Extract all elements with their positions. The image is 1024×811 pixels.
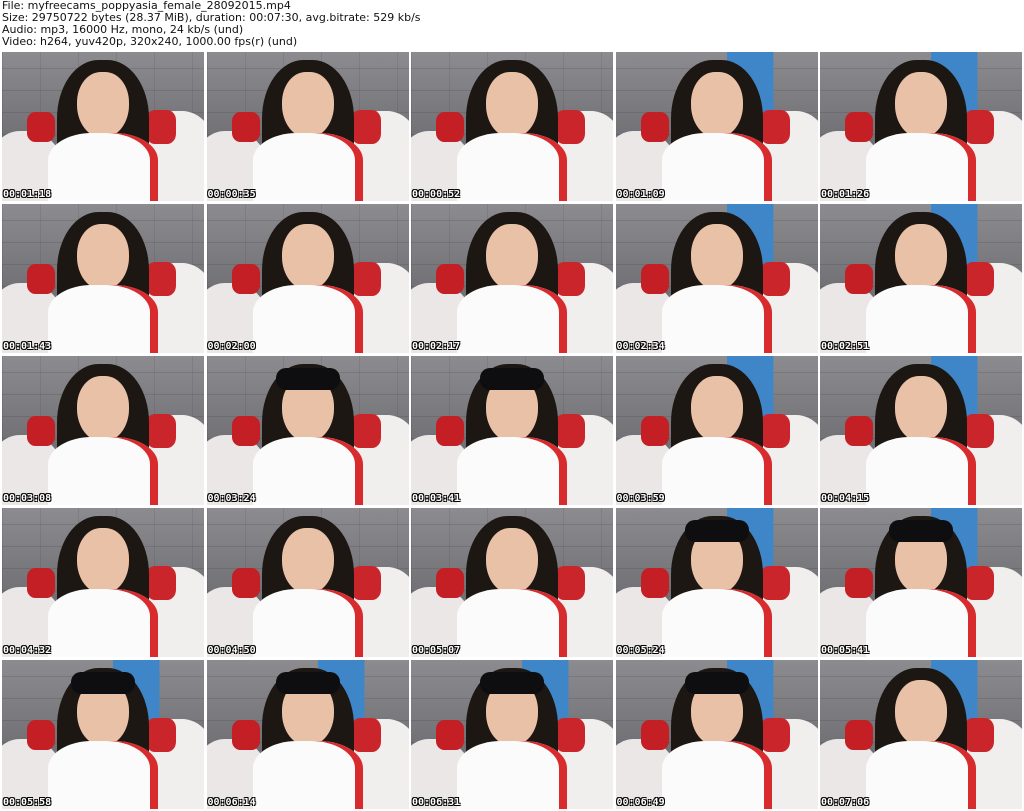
thumbnail-timestamp: 00:04:50 — [207, 645, 256, 656]
thumbnail-timestamp: 00:06:14 — [207, 797, 256, 808]
thumbnail-timestamp: 00:07:06 — [821, 797, 870, 808]
thumbnail-grid: 00:01:18 00:00:35 00:00:52 00:01:09 00:0… — [2, 52, 1022, 809]
video-thumbnail: 00:01:26 — [820, 52, 1022, 201]
video-thumbnail: 00:02:00 — [206, 204, 409, 353]
video-thumbnail: 00:05:41 — [820, 508, 1022, 657]
thumbnail-timestamp: 00:00:35 — [207, 189, 256, 200]
thumbnail-timestamp: 00:01:43 — [3, 341, 52, 352]
video-thumbnail: 00:06:31 — [411, 660, 613, 809]
video-thumbnail: 00:03:24 — [206, 356, 409, 505]
video-thumbnail: 00:07:06 — [820, 660, 1022, 809]
sunglasses-icon — [684, 520, 749, 542]
video-thumbnail: 00:01:09 — [615, 52, 818, 201]
thumbnail-timestamp: 00:02:51 — [821, 341, 870, 352]
sunglasses-icon — [684, 672, 749, 694]
thumbnail-timestamp: 00:03:41 — [412, 493, 461, 504]
sunglasses-icon — [889, 520, 953, 542]
video-info-line: Video: h264, yuv420p, 320x240, 1000.00 f… — [2, 35, 298, 48]
video-thumbnail: 00:02:17 — [411, 204, 613, 353]
sunglasses-icon — [275, 368, 340, 390]
file-info-header: File: myfreecams_poppyasia_female_280920… — [2, 0, 1022, 52]
video-thumbnail: 00:05:24 — [615, 508, 818, 657]
sunglasses-icon — [275, 672, 340, 694]
thumbnail-timestamp: 00:05:07 — [412, 645, 461, 656]
thumbnail-timestamp: 00:01:09 — [616, 189, 665, 200]
video-thumbnail: 00:04:32 — [2, 508, 204, 657]
thumbnail-timestamp: 00:05:41 — [821, 645, 870, 656]
thumbnail-timestamp: 00:03:59 — [616, 493, 665, 504]
thumbnail-timestamp: 00:06:31 — [412, 797, 461, 808]
sunglasses-icon — [480, 672, 544, 694]
video-thumbnail: 00:05:58 — [2, 660, 204, 809]
thumbnail-timestamp: 00:02:34 — [616, 341, 665, 352]
video-thumbnail: 00:03:41 — [411, 356, 613, 505]
video-thumbnail: 00:00:35 — [206, 52, 409, 201]
video-thumbnail: 00:04:50 — [206, 508, 409, 657]
video-thumbnail: 00:01:43 — [2, 204, 204, 353]
thumbnail-timestamp: 00:05:58 — [3, 797, 52, 808]
thumbnail-timestamp: 00:00:52 — [412, 189, 461, 200]
thumbnail-timestamp: 00:02:00 — [207, 341, 256, 352]
thumbnail-timestamp: 00:03:24 — [207, 493, 256, 504]
thumbnail-timestamp: 00:03:08 — [3, 493, 52, 504]
video-thumbnail: 00:01:18 — [2, 52, 204, 201]
thumbnail-timestamp: 00:05:24 — [616, 645, 665, 656]
sunglasses-icon — [480, 368, 544, 390]
video-thumbnail: 00:03:59 — [615, 356, 818, 505]
sunglasses-icon — [71, 672, 135, 694]
video-thumbnail: 00:02:51 — [820, 204, 1022, 353]
video-thumbnail: 00:00:52 — [411, 52, 613, 201]
thumbnail-timestamp: 00:06:49 — [616, 797, 665, 808]
video-thumbnail: 00:04:15 — [820, 356, 1022, 505]
thumbnail-timestamp: 00:04:15 — [821, 493, 870, 504]
video-thumbnail: 00:05:07 — [411, 508, 613, 657]
video-thumbnail: 00:06:49 — [615, 660, 818, 809]
video-thumbnail: 00:06:14 — [206, 660, 409, 809]
video-thumbnail: 00:02:34 — [615, 204, 818, 353]
thumbnail-timestamp: 00:01:26 — [821, 189, 870, 200]
video-thumbnail: 00:03:08 — [2, 356, 204, 505]
thumbnail-timestamp: 00:02:17 — [412, 341, 461, 352]
thumbnail-timestamp: 00:04:32 — [3, 645, 52, 656]
thumbnail-timestamp: 00:01:18 — [3, 189, 52, 200]
